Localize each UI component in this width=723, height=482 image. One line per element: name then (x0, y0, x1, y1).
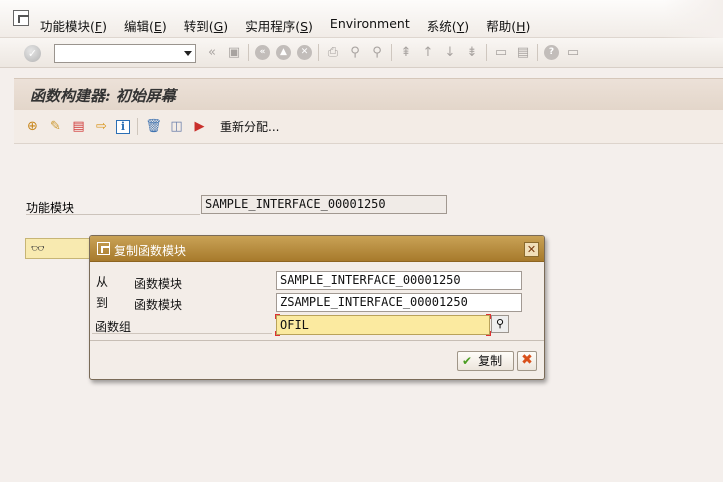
find-icon[interactable]: ⚲ (347, 44, 363, 61)
standard-toolbar: ✓ « ▣ « ▲ ✕ ⎙ ⚲ ⚲ ⇞ ↑ ↓ ⇟ ▭ ▤ ? ▭ (0, 38, 723, 68)
required-marker (275, 314, 280, 319)
layout-icon[interactable]: ▭ (565, 44, 581, 61)
menu-item-label: 功能模块 (40, 19, 91, 34)
toolbar-separator (391, 44, 392, 61)
menu-item-accelerator: S (300, 19, 309, 34)
print-icon[interactable]: ⎙ (325, 44, 341, 61)
back-arrow-icon[interactable]: « (255, 45, 270, 60)
copy-button-label: 复制 (478, 354, 503, 368)
toolbar-icons: « ▣ « ▲ ✕ ⎙ ⚲ ⚲ ⇞ ↑ ↓ ⇟ ▭ ▤ ? ▭ (204, 44, 587, 61)
cancel-icon[interactable]: ✕ (297, 45, 312, 60)
create-icon[interactable]: ⊕ (24, 118, 41, 135)
find-next-icon[interactable]: ⚲ (369, 44, 385, 61)
reassign-button[interactable]: 重新分配... (220, 118, 279, 135)
test-button[interactable]: 👓︎ (25, 238, 95, 259)
toolbar-separator (537, 44, 538, 61)
to-label: 到 (96, 296, 109, 310)
check-icon: ✔ (462, 354, 473, 368)
prev-page-icon[interactable]: ↑ (420, 44, 436, 61)
left-margin (0, 78, 14, 482)
required-marker (275, 331, 280, 336)
to-fm-label: 函数模块 (134, 298, 183, 312)
to-function-field[interactable]: ZSAMPLE_INTERFACE_00001250 (276, 293, 522, 312)
first-page-icon[interactable]: ⇞ (398, 44, 414, 61)
from-fm-label: 函数模块 (134, 277, 183, 291)
last-page-icon[interactable]: ⇟ (464, 44, 480, 61)
menu-item-accelerator: Y (456, 19, 465, 34)
shortcut-icon[interactable]: ▤ (515, 44, 531, 61)
window-edge (663, 0, 723, 38)
exit-icon[interactable]: ▲ (276, 45, 291, 60)
system-menu-icon[interactable] (13, 10, 29, 26)
toolbar-separator (248, 44, 249, 61)
menu-item-label: Environment (329, 16, 410, 31)
display-icon[interactable]: ▤ (70, 118, 87, 135)
application-icons: ⊕ ✎ ▤ ⇨ i 🗑 ◫ ▶ 重新分配... (24, 118, 279, 135)
help-icon[interactable]: ? (544, 45, 559, 60)
from-label: 从 (96, 275, 109, 289)
menu-item-label: 帮助 (486, 19, 512, 34)
menu-item-accelerator: F (94, 19, 103, 34)
search-help-icon[interactable]: ⚲ (491, 315, 509, 333)
label-underline (92, 333, 272, 334)
back-icon[interactable]: « (204, 44, 220, 61)
menu-item-5[interactable]: 系统(Y) (427, 16, 469, 35)
menu-item-1[interactable]: 编辑(E) (124, 16, 167, 35)
title-bar: 函数构建器: 初始屏幕 (14, 78, 723, 110)
new-session-icon[interactable]: ▭ (493, 44, 509, 61)
application-toolbar: ⊕ ✎ ▤ ⇨ i 🗑 ◫ ▶ 重新分配... (14, 110, 723, 144)
close-icon[interactable]: ✕ (524, 242, 539, 257)
menu-item-label: 转到 (183, 19, 209, 34)
ok-icon[interactable]: ✓ (24, 45, 41, 62)
delete-icon[interactable]: 🗑 (145, 118, 162, 135)
menu-item-accelerator: G (213, 19, 224, 34)
menu-item-2[interactable]: 转到(G) (184, 16, 228, 35)
menu-item-accelerator: E (153, 19, 162, 34)
dialog-title: 复制函数模块 (114, 244, 187, 258)
copy-icon[interactable]: ⇨ (93, 118, 110, 135)
label-underline (26, 214, 200, 215)
reassign-icon[interactable]: ▶ (191, 118, 208, 135)
cancel-button[interactable]: ✖ (517, 351, 537, 371)
menu-item-accelerator: H (516, 19, 526, 34)
menu-item-0[interactable]: 功能模块(F) (40, 16, 107, 35)
menu-item-label: 实用程序 (245, 19, 296, 34)
dialog-title-bar: 复制函数模块 ✕ (90, 236, 544, 262)
rename-icon[interactable]: ◫ (168, 118, 185, 135)
menu-item-label: 编辑 (124, 19, 150, 34)
menu-item-6[interactable]: 帮助(H) (486, 16, 530, 35)
function-module-field[interactable]: SAMPLE_INTERFACE_00001250 (201, 195, 447, 214)
chevron-down-icon[interactable] (184, 51, 192, 56)
toolbar-separator (486, 44, 487, 61)
menu-bar: 功能模块(F) 编辑(E) 转到(G) 实用程序(S) Environment 系统(Y)… (0, 0, 723, 38)
command-input[interactable] (57, 46, 177, 61)
toolbar-separator (318, 44, 319, 61)
page-title: 函数构建器: 初始屏幕 (30, 87, 176, 105)
menu-items: 功能模块(F) 编辑(E) 转到(G) 实用程序(S) Environment 系统(Y)… (40, 16, 547, 35)
command-field[interactable] (54, 44, 196, 63)
next-page-icon[interactable]: ↓ (442, 44, 458, 61)
glasses-icon: 👓︎ (31, 242, 45, 255)
function-group-input[interactable] (276, 315, 490, 335)
menu-item-3[interactable]: 实用程序(S) (245, 16, 313, 35)
from-function-field[interactable]: SAMPLE_INTERFACE_00001250 (276, 271, 522, 290)
copy-button[interactable]: ✔ 复制 (457, 351, 514, 371)
menu-item-4[interactable]: Environment (330, 16, 410, 35)
info-icon[interactable]: i (116, 119, 130, 134)
save-icon[interactable]: ▣ (226, 44, 242, 61)
dialog-system-icon (97, 242, 110, 255)
toolbar-separator (137, 118, 138, 135)
change-icon[interactable]: ✎ (47, 118, 64, 135)
menu-item-label: 系统 (426, 19, 452, 34)
